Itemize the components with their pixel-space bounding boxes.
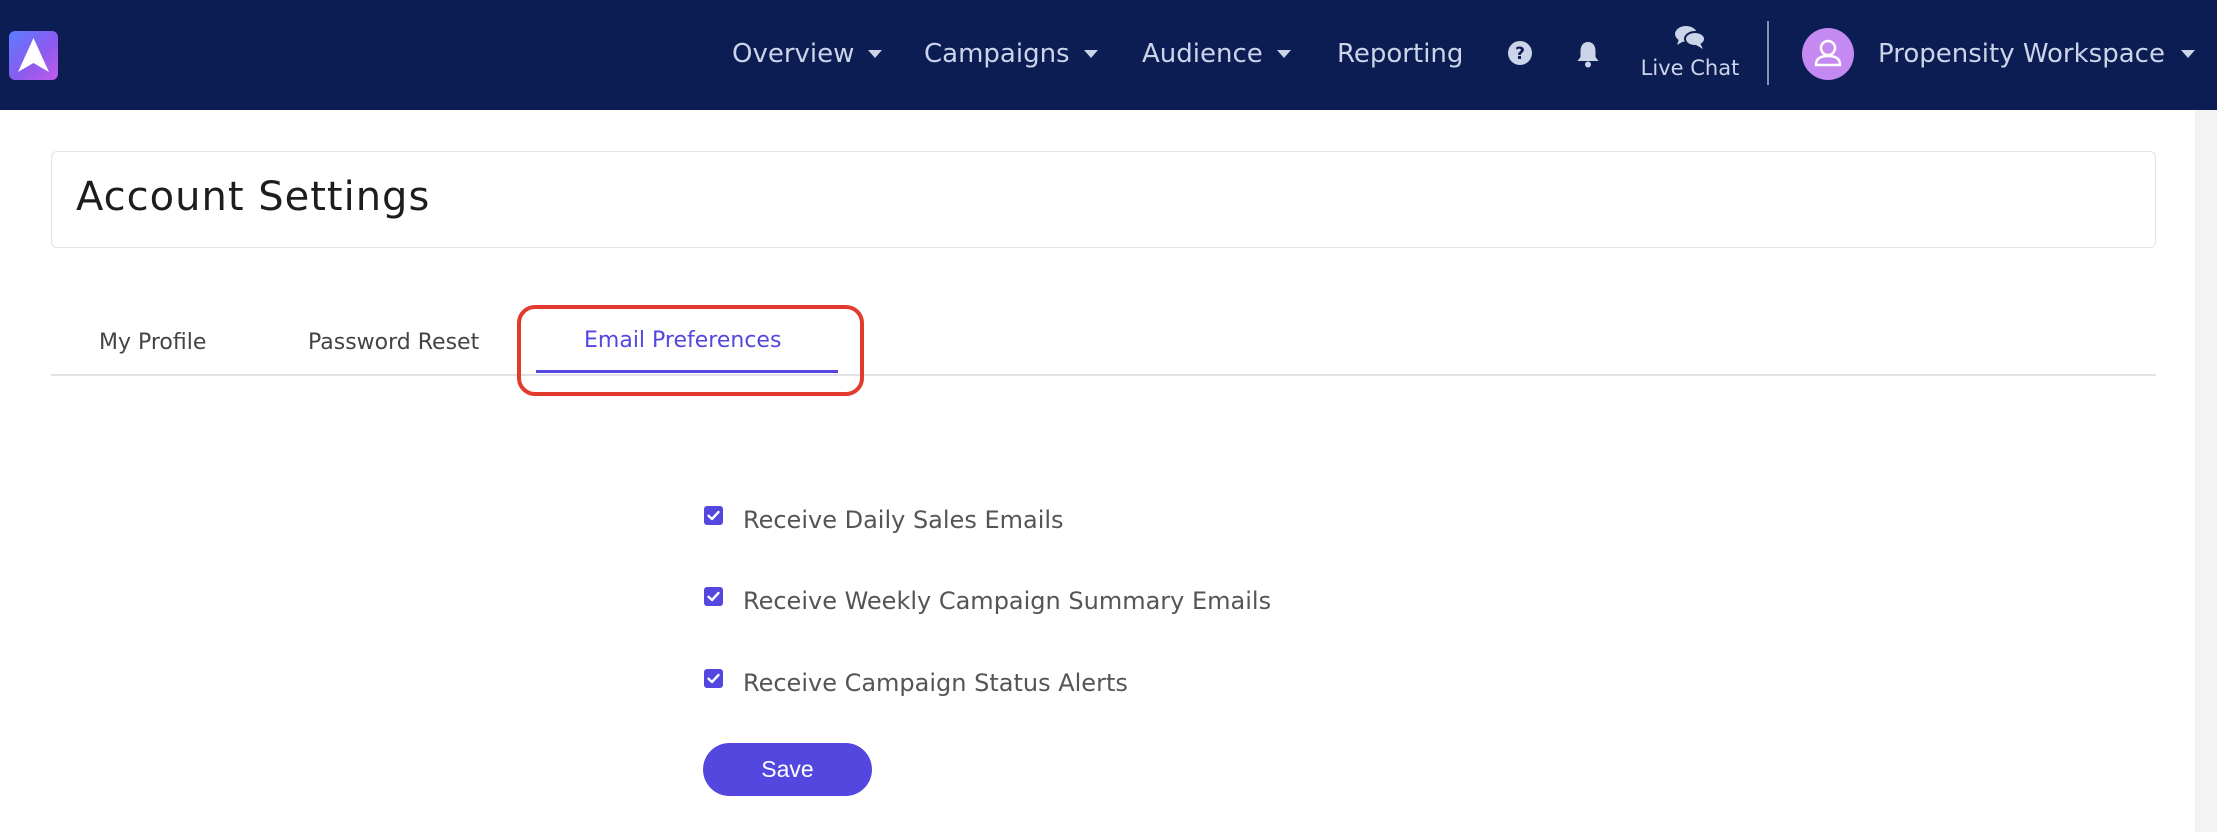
page-header-card: Account Settings	[51, 151, 2156, 248]
nav-campaigns-label: Campaigns	[924, 39, 1070, 69]
nav-overview[interactable]: Overview	[732, 32, 883, 76]
nav-reporting[interactable]: Reporting	[1337, 32, 1463, 76]
svg-text:?: ?	[1515, 44, 1525, 64]
nav-divider	[1767, 21, 1769, 85]
chevron-down-icon	[2180, 50, 2195, 58]
top-navbar: Overview Campaigns Audience Reporting ?	[0, 0, 2217, 110]
tab-my-profile[interactable]: My Profile	[99, 330, 206, 355]
bell-icon	[1577, 42, 1599, 68]
notifications-button[interactable]	[1576, 40, 1600, 72]
app-logo[interactable]	[9, 31, 58, 80]
pref-label: Receive Daily Sales Emails	[743, 506, 1064, 534]
checkmark-icon	[707, 673, 720, 683]
checkbox-checked[interactable]	[704, 668, 723, 688]
live-chat-button[interactable]: Live Chat	[1636, 24, 1744, 84]
checkmark-icon	[707, 591, 720, 601]
user-icon	[1814, 39, 1842, 67]
question-circle-icon: ?	[1508, 41, 1532, 65]
pref-weekly-summary[interactable]: Receive Weekly Campaign Summary Emails	[704, 586, 1271, 616]
tabs-divider	[51, 374, 2156, 376]
pref-status-alerts[interactable]: Receive Campaign Status Alerts	[704, 668, 1128, 698]
chevron-down-icon	[1083, 50, 1098, 58]
nav-campaigns[interactable]: Campaigns	[924, 32, 1098, 76]
help-button[interactable]: ?	[1507, 40, 1533, 70]
checkmark-icon	[707, 510, 720, 520]
nav-reporting-label: Reporting	[1337, 39, 1464, 69]
tab-password-reset[interactable]: Password Reset	[308, 330, 479, 355]
chat-bubbles-icon	[1675, 26, 1706, 49]
pref-label: Receive Campaign Status Alerts	[743, 669, 1128, 697]
checkbox-checked[interactable]	[704, 505, 723, 525]
nav-audience[interactable]: Audience	[1142, 32, 1291, 76]
nav-audience-label: Audience	[1142, 39, 1263, 69]
pref-label: Receive Weekly Campaign Summary Emails	[743, 587, 1272, 615]
chevron-down-icon	[868, 50, 883, 58]
workspace-dropdown[interactable]: Propensity Workspace	[1878, 32, 2195, 76]
nav-overview-label: Overview	[732, 39, 855, 69]
save-button[interactable]: Save	[703, 743, 872, 796]
highlight-annotation	[517, 305, 864, 396]
scrollbar[interactable]	[2195, 110, 2217, 832]
avatar[interactable]	[1802, 28, 1854, 80]
page-title: Account Settings	[76, 174, 431, 220]
live-chat-label: Live Chat	[1640, 56, 1740, 80]
workspace-label: Propensity Workspace	[1878, 39, 2165, 69]
checkbox-checked[interactable]	[704, 586, 723, 606]
pref-daily-sales[interactable]: Receive Daily Sales Emails	[704, 505, 1064, 535]
chevron-down-icon	[1276, 50, 1291, 58]
logo-arrow-icon	[18, 38, 49, 72]
